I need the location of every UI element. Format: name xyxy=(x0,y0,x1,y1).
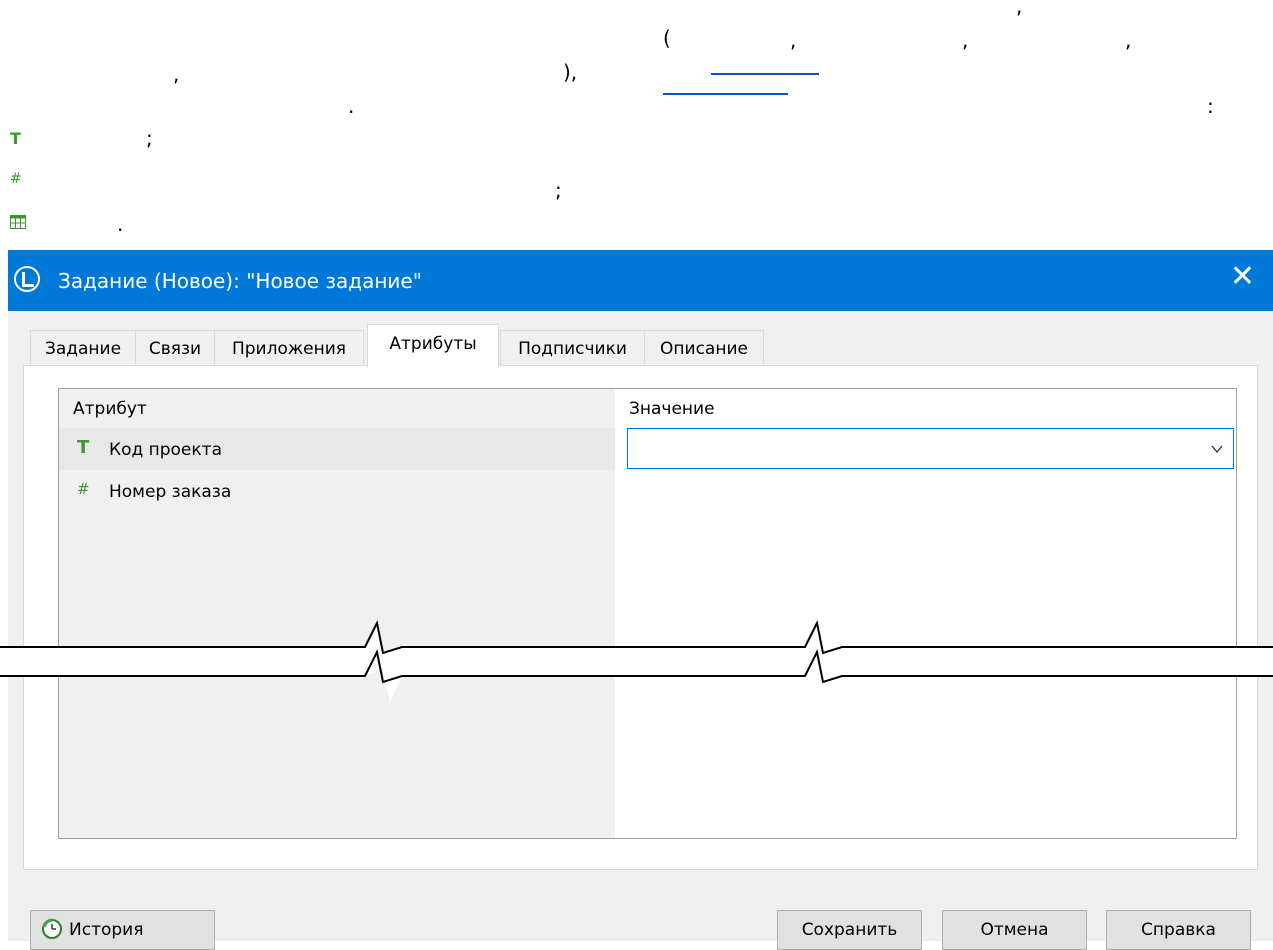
app-logo-icon xyxy=(14,266,40,292)
tab-attachments[interactable]: Приложения xyxy=(214,330,364,366)
doc-semicolon-2: ; xyxy=(555,178,562,202)
doc-comma-4: , xyxy=(173,62,180,86)
table-type-icon xyxy=(10,215,26,229)
doc-comma-1: , xyxy=(790,28,797,52)
number-type-icon: # xyxy=(77,480,90,498)
doc-paren-open: ( xyxy=(663,26,671,50)
doc-link-2[interactable] xyxy=(711,73,819,75)
history-label: История xyxy=(69,920,144,940)
tab-links[interactable]: Связи xyxy=(135,330,215,366)
doc-link-1[interactable] xyxy=(663,93,788,95)
doc-comma-2: , xyxy=(962,28,969,52)
doc-colon: : xyxy=(1207,94,1214,118)
attribute-column-header[interactable]: Атрибут xyxy=(73,399,147,419)
doc-semicolon-1: ; xyxy=(146,126,153,150)
title-bar[interactable]: Задание (Новое): "Новое задание" ✕ xyxy=(8,250,1273,311)
save-button[interactable]: Сохранить xyxy=(777,910,922,950)
number-type-icon: # xyxy=(10,171,22,187)
history-icon xyxy=(42,918,62,939)
attribute-name: Код проекта xyxy=(109,440,222,460)
tab-task[interactable]: Задание xyxy=(30,330,136,366)
text-type-icon: T xyxy=(77,437,90,458)
attribute-name: Номер заказа xyxy=(109,482,232,502)
text-type-icon: T xyxy=(10,129,21,148)
cut-break-mark xyxy=(0,619,1273,703)
dialog-title: Задание (Новое): "Новое задание" xyxy=(58,269,422,293)
history-button[interactable]: История xyxy=(30,910,215,950)
doc-comma-3: , xyxy=(1125,28,1132,52)
doc-period: . xyxy=(348,94,355,118)
help-button[interactable]: Справка xyxy=(1106,910,1251,950)
value-dropdown[interactable] xyxy=(627,428,1234,469)
doc-paren-close: ), xyxy=(563,60,578,84)
chevron-down-icon[interactable] xyxy=(1211,443,1223,455)
cancel-button[interactable]: Отмена xyxy=(942,910,1087,950)
close-icon[interactable]: ✕ xyxy=(1230,262,1255,292)
tab-attributes[interactable]: Атрибуты xyxy=(367,324,499,367)
doc-apostrophe: , xyxy=(1016,0,1023,18)
doc-item-dot: . xyxy=(117,212,124,236)
tab-subscribers[interactable]: Подписчики xyxy=(500,330,645,366)
value-column-header[interactable]: Значение xyxy=(629,399,715,419)
task-dialog: Задание (Новое): "Новое задание" ✕ Задан… xyxy=(8,250,1273,950)
tab-description[interactable]: Описание xyxy=(644,330,764,366)
